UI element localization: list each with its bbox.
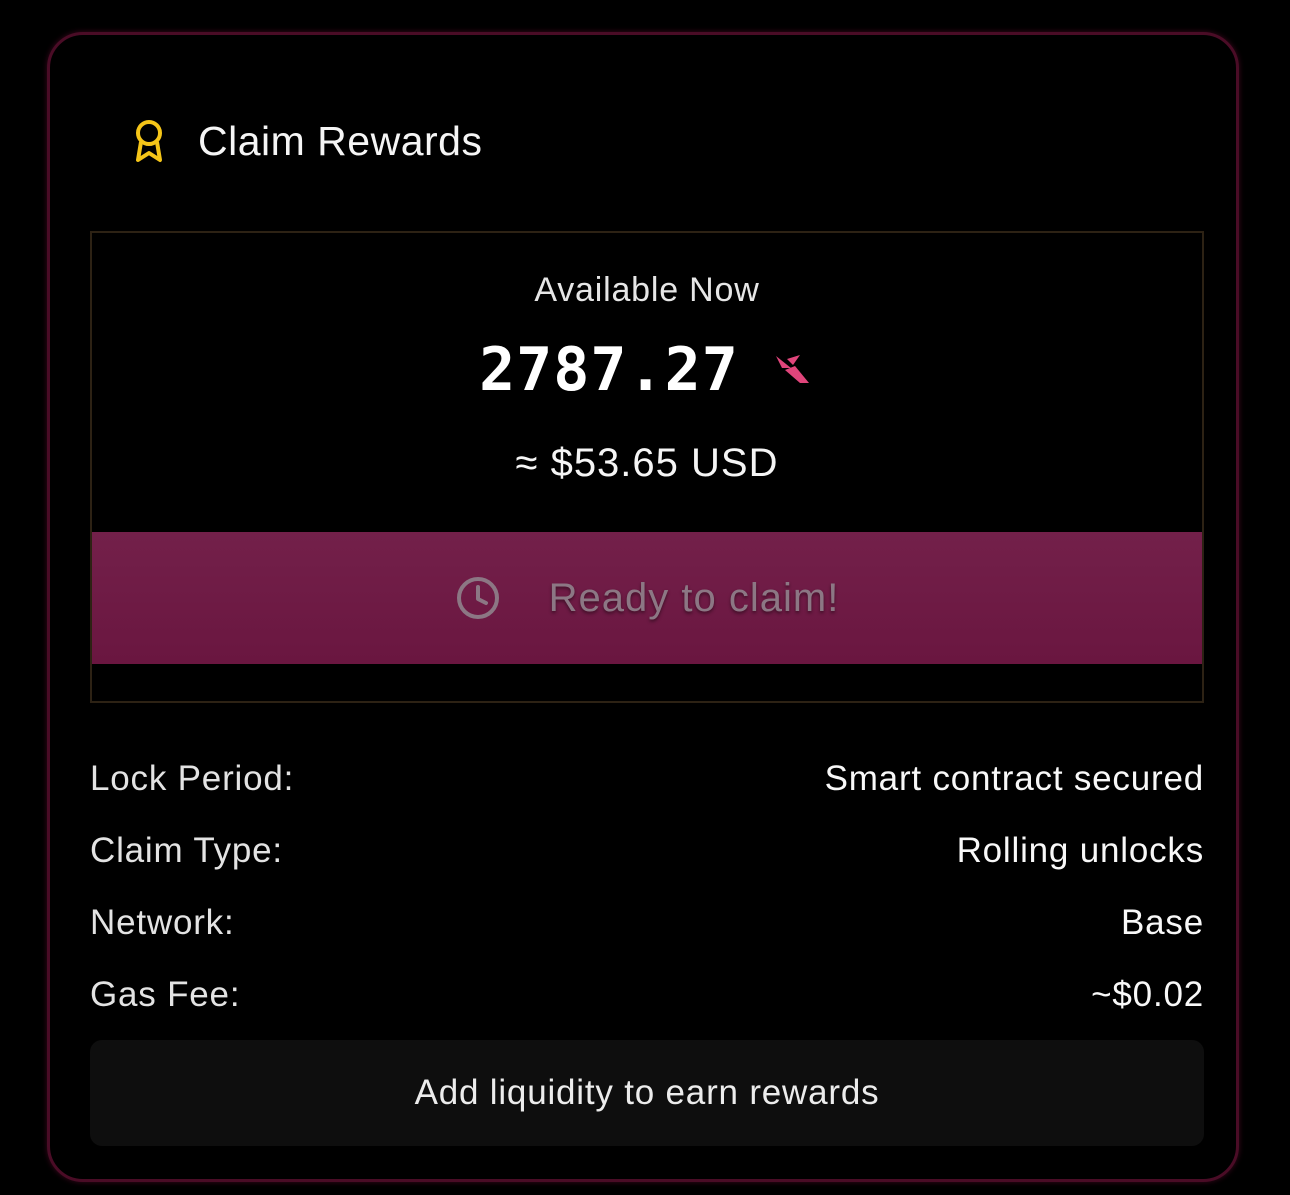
token-logo-icon xyxy=(773,353,815,387)
detail-row-lock-period: Lock Period: Smart contract secured xyxy=(90,743,1204,815)
reward-details-list: Lock Period: Smart contract secured Clai… xyxy=(90,743,1204,1031)
detail-key: Network: xyxy=(90,903,235,942)
detail-row-gas-fee: Gas Fee: ~$0.02 xyxy=(90,959,1204,1031)
card-header: Claim Rewards xyxy=(132,113,482,169)
available-now-label: Available Now xyxy=(534,271,760,309)
clock-icon xyxy=(455,575,501,621)
add-liquidity-button[interactable]: Add liquidity to earn rewards xyxy=(90,1040,1204,1146)
detail-value: ~$0.02 xyxy=(1091,975,1204,1014)
detail-row-claim-type: Claim Type: Rolling unlocks xyxy=(90,815,1204,887)
claim-button-label: Ready to claim! xyxy=(548,575,840,620)
card-title: Claim Rewards xyxy=(198,117,483,164)
claim-rewards-card: Claim Rewards Available Now 2787.27 ≈ $5… xyxy=(47,32,1239,1182)
usd-value: ≈ $53.65 USD xyxy=(515,441,779,485)
detail-key: Lock Period: xyxy=(90,759,295,798)
reward-amount: 2787.27 xyxy=(479,335,739,405)
detail-value: Smart contract secured xyxy=(824,759,1204,798)
detail-value: Base xyxy=(1121,903,1204,942)
detail-key: Gas Fee: xyxy=(90,975,241,1014)
detail-value: Rolling unlocks xyxy=(956,831,1204,870)
claim-button[interactable]: Ready to claim! xyxy=(92,532,1202,664)
detail-key: Claim Type: xyxy=(90,831,283,870)
available-balance-panel: Available Now 2787.27 ≈ $53.65 USD Ready… xyxy=(90,231,1204,703)
detail-row-network: Network: Base xyxy=(90,887,1204,959)
award-ribbon-icon xyxy=(132,118,166,164)
reward-amount-row: 2787.27 xyxy=(92,335,1202,405)
